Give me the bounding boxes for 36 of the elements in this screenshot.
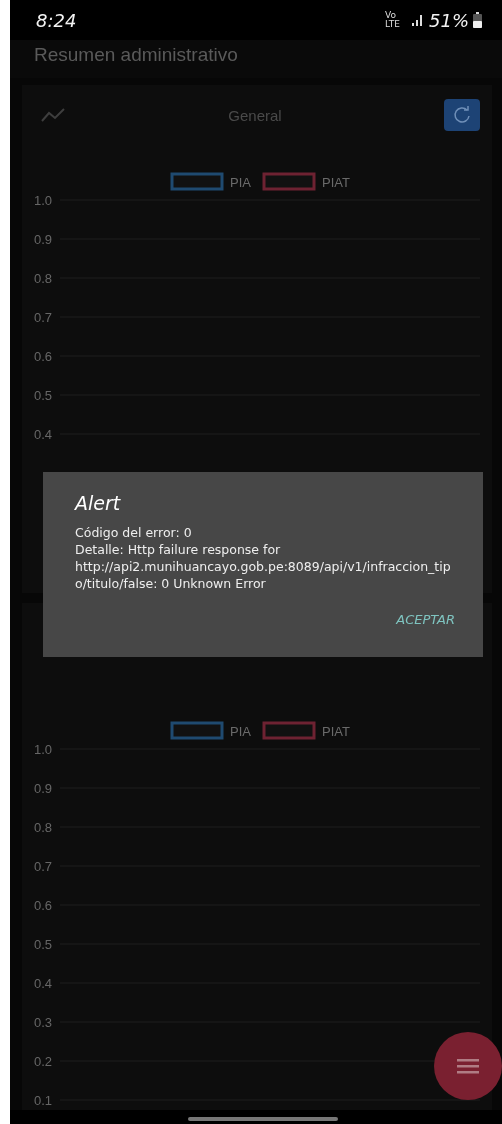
signal-icon [411,13,425,27]
axis-tick-label: 0.7 [34,859,53,874]
line-chart-icon [40,107,66,123]
legend-label: PIAT [322,175,350,190]
axis-tick-label: 0.2 [34,1054,53,1069]
axis-tick-label: 0.8 [34,271,53,286]
refresh-icon [453,106,471,124]
legend-label: PIA [230,724,251,739]
battery-icon [473,12,482,28]
menu-icon [457,1058,479,1074]
axis-tick-label: 0.9 [34,781,53,796]
axis-tick-label: 0.8 [34,820,53,835]
accept-button[interactable]: ACEPTAR [396,610,455,629]
axis-tick-label: 0.9 [34,232,53,247]
axis-tick-label: 0.4 [34,427,53,442]
dialog-message: Código del error: 0 [75,524,193,541]
axis-tick-label: 1.0 [34,742,53,757]
status-time: 8:24 [36,9,77,31]
axis-tick-label: 0.7 [34,310,53,325]
battery-level: 51% [429,9,469,31]
axis-tick-label: 0.5 [34,937,53,952]
dialog-message: Detalle: Http failure response for http://api2.munihuancayo.gob.pe:8089/api/v1/infraccion_tipo/titulo/false: 0 Unknown Error [75,541,452,592]
dialog-title: Alert [75,492,122,514]
axis-tick-label: 0.1 [34,1093,53,1108]
page-title: Resumen administrativo [34,44,238,66]
refresh-button[interactable] [444,99,480,131]
axis-tick-label: 0.6 [34,349,53,364]
card-title: General [228,106,282,124]
legend-label: PIA [230,175,251,190]
axis-tick-label: 0.6 [34,898,53,913]
axis-tick-label: 0.3 [34,1015,53,1030]
axis-tick-label: 1.0 [34,193,53,208]
legend-label: PIAT [322,724,350,739]
network-type: Vo LTE [385,11,401,29]
axis-tick-label: 0.4 [34,976,53,991]
axis-tick-label: 0.5 [34,388,53,403]
